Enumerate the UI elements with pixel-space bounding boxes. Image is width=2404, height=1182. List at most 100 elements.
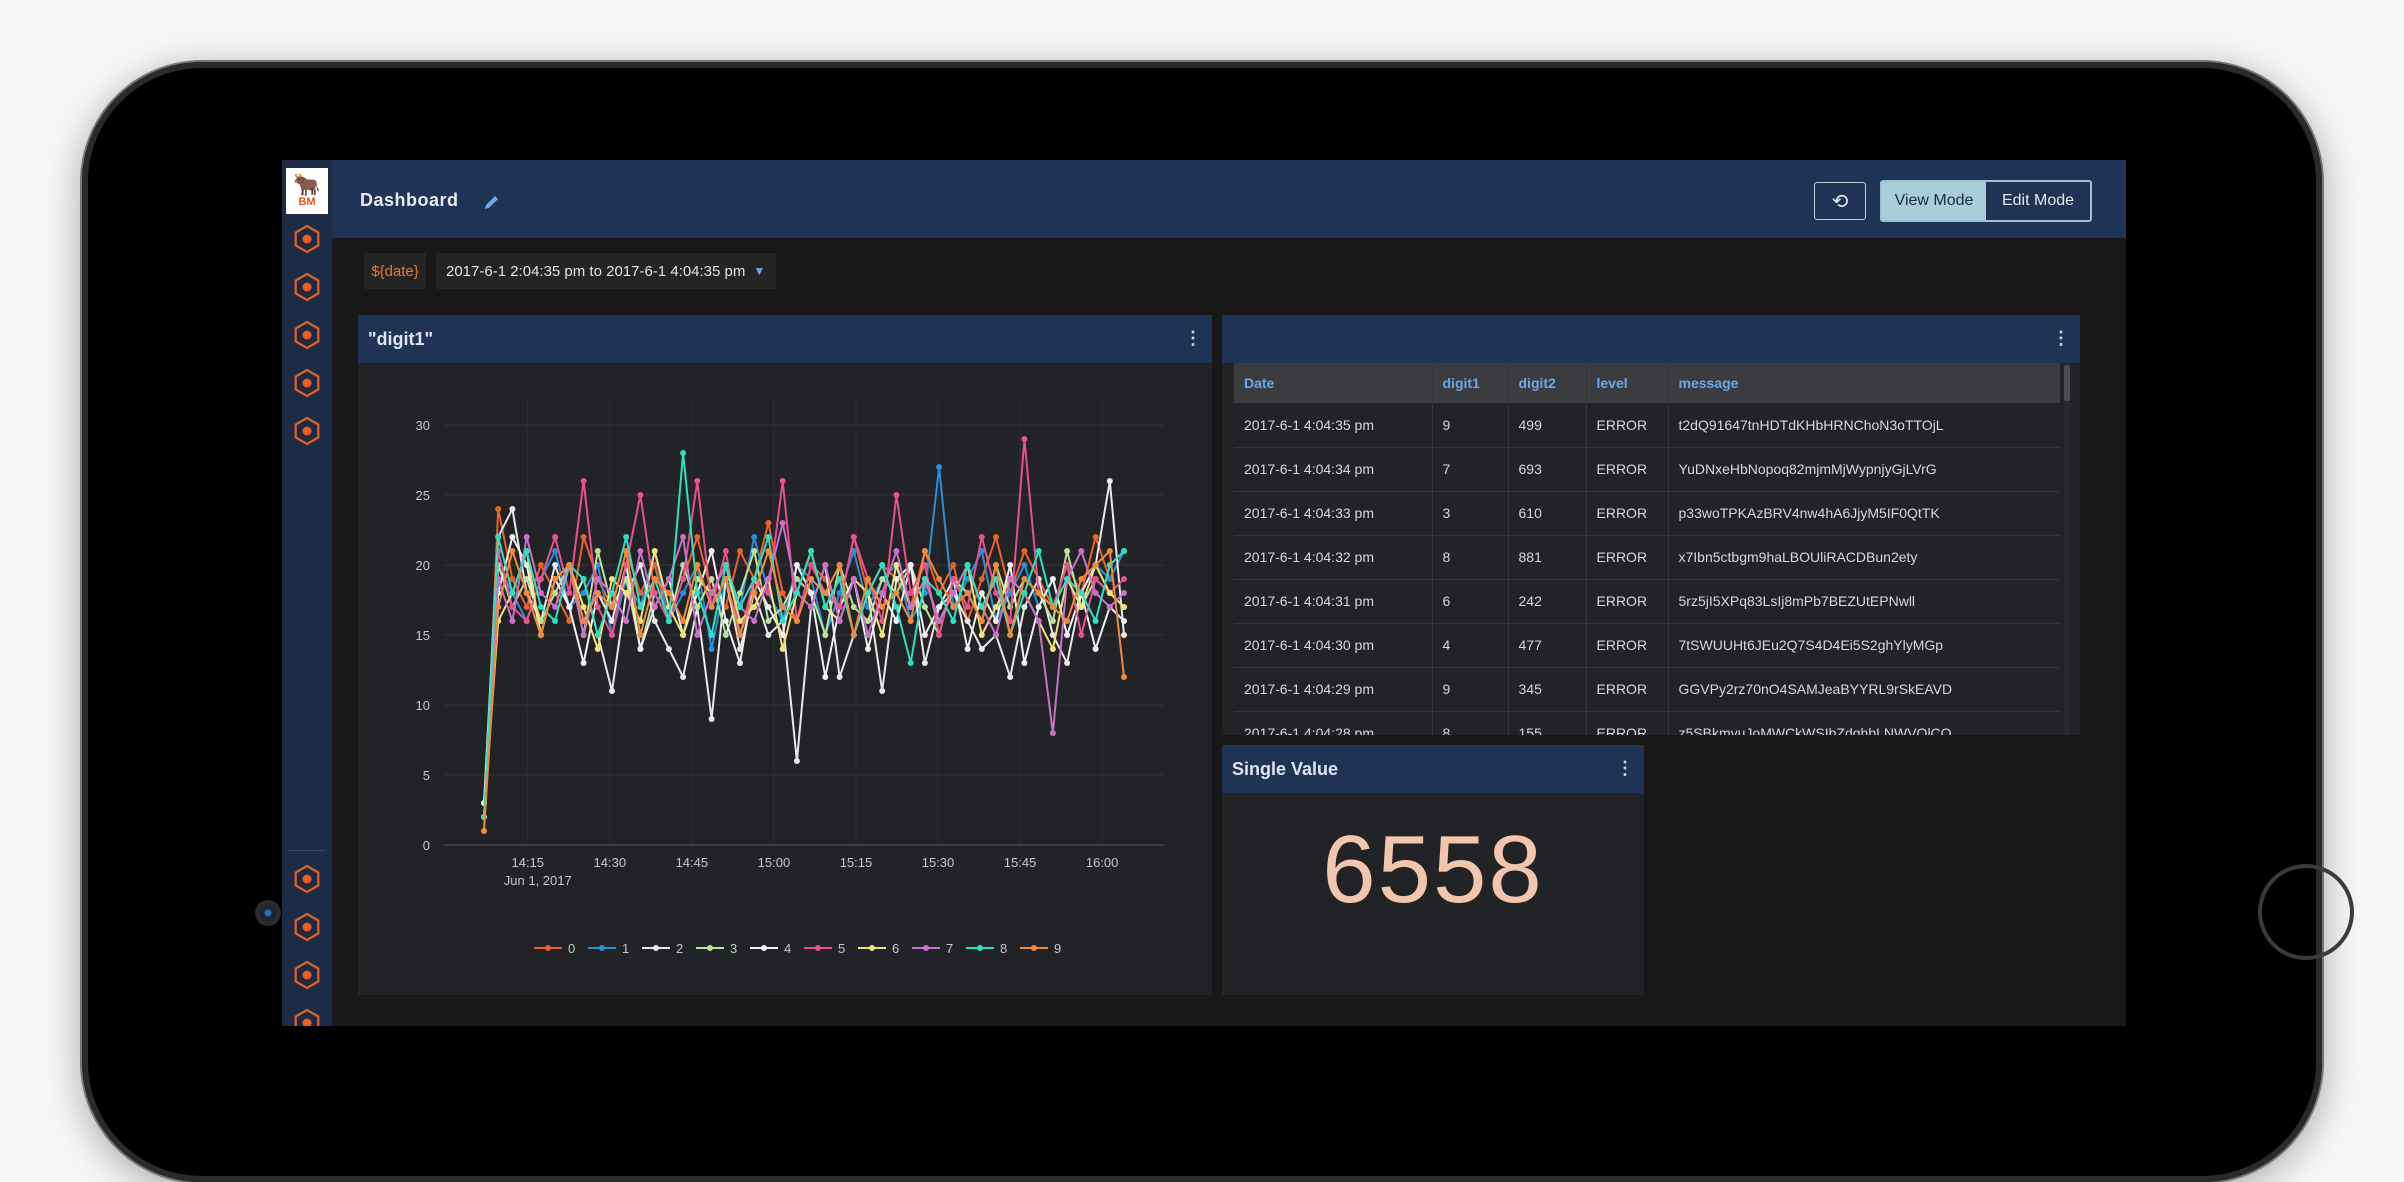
data-table-container[interactable]: Date digit1 digit2 level message 2017-6-1 4:… — [1234, 363, 2062, 735]
data-point — [737, 604, 743, 610]
data-point — [580, 632, 587, 638]
data-point — [765, 548, 772, 554]
data-point — [850, 632, 857, 638]
data-point — [737, 590, 743, 596]
data-point — [1049, 618, 1056, 624]
table-row[interactable]: 2017-6-1 4:04:33 pm 3 610 ERROR p33woTPKAzBR… — [1234, 491, 2060, 536]
table-row[interactable]: 2017-6-1 4:04:29 pm 9 345 ERROR GGVPy2rz70nO… — [1234, 667, 2060, 712]
table-row[interactable]: 2017-6-1 4:04:30 pm 4 477 ERROR 7tSWUUHt6JEu… — [1234, 623, 2060, 668]
filter-variable-label: ${date} — [364, 253, 426, 289]
data-point — [495, 506, 502, 512]
table-cell: x7Ibn5ctbgm9haLBOUliRACDBun2ety — [1667, 535, 2060, 580]
view-mode-button[interactable]: View Mode — [1882, 182, 1986, 220]
data-icon[interactable] — [294, 368, 320, 398]
sensor-icon[interactable] — [294, 224, 320, 254]
legend-item-4[interactable]: 4 — [750, 941, 791, 956]
table-row[interactable]: 2017-6-1 4:04:31 pm 6 242 ERROR 5rz5jI5XPq83… — [1234, 579, 2060, 624]
table-cell: 2017-6-1 4:04:35 pm — [1234, 403, 1432, 448]
data-point — [680, 618, 687, 624]
data-point — [609, 632, 615, 638]
data-point — [907, 618, 914, 624]
data-point — [936, 464, 943, 470]
table-panel-menu-icon[interactable]: ⋮ — [2052, 329, 2070, 347]
column-header-level[interactable]: level — [1585, 363, 1668, 403]
data-point — [722, 576, 729, 582]
series-line-5 — [483, 438, 1125, 818]
edit-title-pencil-icon[interactable] — [482, 192, 502, 212]
legend-item-7[interactable]: 7 — [912, 941, 953, 956]
data-point — [651, 548, 658, 554]
data-point — [978, 618, 985, 624]
data-point — [509, 534, 516, 540]
data-point — [680, 576, 687, 582]
data-point — [1121, 674, 1127, 680]
data-point — [594, 604, 601, 610]
data-point — [751, 604, 758, 610]
data-point — [1021, 562, 1028, 568]
data-point — [537, 562, 544, 568]
data-point — [509, 590, 516, 596]
data-point — [680, 632, 687, 638]
data-point — [950, 618, 957, 624]
legend-item-2[interactable]: 2 — [642, 941, 683, 956]
data-point — [751, 534, 758, 540]
table-cell: z5SBkmyuJoMWCkWSIbZdqhbLNWVOlCO — [1667, 711, 2060, 735]
table-cell: 6 — [1431, 579, 1508, 624]
series-line-7 — [483, 522, 1125, 818]
settings-icon[interactable] — [294, 960, 320, 990]
data-point — [537, 604, 544, 610]
alert-icon[interactable] — [294, 272, 320, 302]
table-row[interactable]: 2017-6-1 4:04:34 pm 7 693 ERROR YuDNxeHbNopo… — [1234, 447, 2060, 492]
data-point — [893, 492, 900, 498]
data-point — [936, 618, 943, 624]
mode-toggle: View Mode Edit Mode — [1880, 180, 2092, 222]
data-point — [694, 590, 701, 596]
table-row[interactable]: 2017-6-1 4:04:35 pm 9 499 ERROR t2dQ91647tnH… — [1234, 403, 2060, 448]
column-header-date[interactable]: Date — [1234, 363, 1432, 403]
fire-icon[interactable] — [294, 320, 320, 350]
legend-item-9[interactable]: 9 — [1020, 941, 1061, 956]
page-title: Dashboard — [360, 190, 459, 210]
x-tick-label: 15:45 — [1004, 855, 1037, 870]
y-tick-label: 0 — [423, 838, 430, 853]
data-point — [850, 576, 857, 582]
data-point — [950, 604, 957, 610]
home-button[interactable] — [2258, 864, 2354, 960]
legend-item-3[interactable]: 3 — [696, 941, 737, 956]
legend-item-6[interactable]: 6 — [858, 941, 899, 956]
table-cell: 7tSWUUHt6JEu2Q7S4D4Ei5S2ghYlyMGp — [1667, 623, 2060, 668]
table-scrollbar-thumb[interactable] — [2064, 365, 2070, 401]
data-point — [765, 520, 772, 526]
table-scrollbar-track[interactable] — [2064, 363, 2070, 735]
table-row[interactable]: 2017-6-1 4:04:32 pm 8 881 ERROR x7Ibn5ctbgm9… — [1234, 535, 2060, 580]
chart-panel-menu-icon[interactable]: ⋮ — [1184, 329, 1202, 347]
app-screen: 🐂 BM Dashboard ⟲ View Mode Edit Mode ${d… — [282, 160, 2126, 1026]
column-header-digit2[interactable]: digit2 — [1507, 363, 1586, 403]
data-point — [523, 590, 530, 596]
legend-item-5[interactable]: 5 — [804, 941, 845, 956]
table-panel-header: ⋮ — [1222, 315, 2080, 363]
data-point — [1121, 548, 1127, 554]
refresh-button[interactable]: ⟲ — [1814, 182, 1866, 220]
single-value-panel-menu-icon[interactable]: ⋮ — [1616, 759, 1634, 777]
bell-icon[interactable] — [294, 416, 320, 446]
table-cell: 4 — [1431, 623, 1508, 668]
data-point — [1078, 576, 1085, 582]
logout-icon[interactable] — [294, 1008, 320, 1026]
table-row[interactable]: 2017-6-1 4:04:28 pm 8 155 ERROR z5SBkmyuJoMW… — [1234, 711, 2060, 735]
help-icon[interactable] — [294, 864, 320, 894]
legend-item-0[interactable]: 0 — [534, 941, 575, 956]
column-header-digit1[interactable]: digit1 — [1431, 363, 1508, 403]
database-icon[interactable] — [294, 912, 320, 942]
column-header-message[interactable]: message — [1667, 363, 2060, 403]
legend-item-1[interactable]: 1 — [588, 941, 629, 956]
data-point — [552, 576, 559, 582]
edit-mode-button[interactable]: Edit Mode — [1986, 182, 2090, 220]
data-point — [637, 492, 644, 498]
table-cell: 9 — [1431, 667, 1508, 712]
legend-item-8[interactable]: 8 — [966, 941, 1007, 956]
x-tick-label: 15:15 — [840, 855, 873, 870]
table-cell: 2017-6-1 4:04:30 pm — [1234, 623, 1432, 668]
y-tick-label: 5 — [423, 768, 430, 783]
date-range-dropdown[interactable]: 2017-6-1 2:04:35 pm to 2017-6-1 4:04:35 … — [436, 253, 776, 289]
